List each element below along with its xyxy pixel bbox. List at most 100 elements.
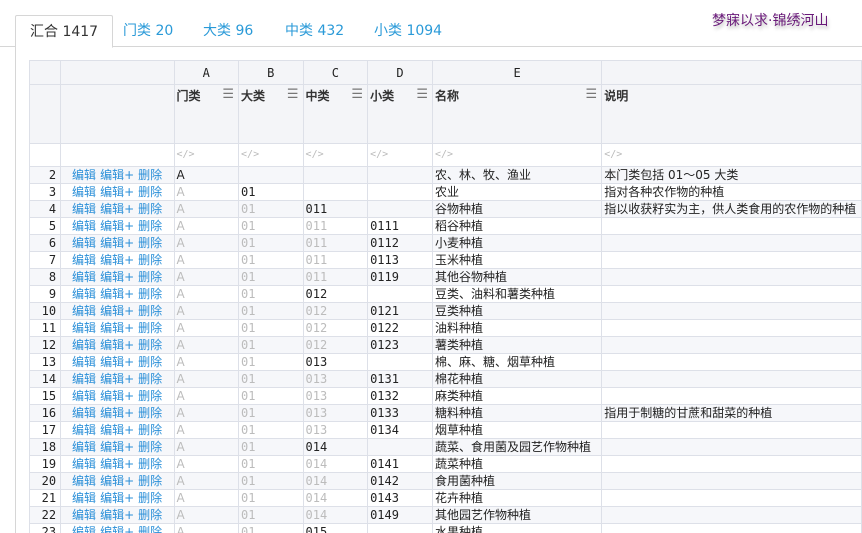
cell-group[interactable]: 011 xyxy=(302,234,369,252)
cell-name[interactable]: 小麦种植 xyxy=(432,234,603,252)
edit-plus-link[interactable]: 编辑+ xyxy=(100,423,134,437)
cell-division[interactable]: 01 xyxy=(238,489,304,507)
table-row[interactable]: 13 编辑 编辑+ 删除 A 01 013 棉、麻、糖、烟草种植 xyxy=(28,353,862,371)
delete-link[interactable]: 删除 xyxy=(138,423,162,437)
cell-section[interactable]: A xyxy=(173,285,240,303)
cell-division[interactable]: 01 xyxy=(238,319,304,337)
edit-link[interactable]: 编辑 xyxy=(72,474,96,488)
cell-class[interactable] xyxy=(367,438,434,456)
edit-plus-link[interactable]: 编辑+ xyxy=(100,457,134,471)
cell-name[interactable]: 蔬菜种植 xyxy=(432,455,603,473)
cell-name[interactable]: 豆类、油料和薯类种植 xyxy=(432,285,603,303)
cell-description[interactable] xyxy=(601,353,862,371)
filter-code-icon[interactable]: </> xyxy=(302,143,369,167)
column-letter-c[interactable]: C xyxy=(302,60,369,85)
cell-section[interactable]: A xyxy=(173,183,240,201)
cell-description[interactable]: 本门类包括 01～05 大类 xyxy=(601,166,862,184)
table-row[interactable]: 12 编辑 编辑+ 删除 A 01 012 0123 薯类种植 xyxy=(28,336,862,354)
cell-name[interactable]: 花卉种植 xyxy=(432,489,603,507)
cell-group[interactable]: 011 xyxy=(302,251,369,269)
cell-section[interactable]: A xyxy=(173,455,240,473)
cell-group[interactable]: 014 xyxy=(302,472,369,490)
header-division[interactable]: 大类 ☰ xyxy=(238,84,304,144)
cell-description[interactable] xyxy=(601,370,862,388)
edit-plus-link[interactable]: 编辑+ xyxy=(100,219,134,233)
edit-plus-link[interactable]: 编辑+ xyxy=(100,355,134,369)
filter-code-icon[interactable]: </> xyxy=(601,143,862,167)
cell-division[interactable]: 01 xyxy=(238,251,304,269)
edit-link[interactable]: 编辑 xyxy=(72,423,96,437)
header-group[interactable]: 中类 ☰ xyxy=(302,84,369,144)
cell-group[interactable]: 013 xyxy=(302,404,369,422)
edit-plus-link[interactable]: 编辑+ xyxy=(100,185,134,199)
edit-link[interactable]: 编辑 xyxy=(72,219,96,233)
cell-group[interactable]: 012 xyxy=(302,319,369,337)
tab-division[interactable]: 大类 96 xyxy=(203,15,253,47)
table-row[interactable]: 3 编辑 编辑+ 删除 A 01 农业 指对各种农作物的种植 xyxy=(28,183,862,201)
cell-description[interactable] xyxy=(601,438,862,456)
cell-description[interactable] xyxy=(601,234,862,252)
cell-division[interactable]: 01 xyxy=(238,234,304,252)
cell-description[interactable]: 指对各种农作物的种植 xyxy=(601,183,862,201)
cell-name[interactable]: 玉米种植 xyxy=(432,251,603,269)
cell-group[interactable] xyxy=(302,166,369,184)
filter-code-icon[interactable]: </> xyxy=(173,143,240,167)
cell-division[interactable]: 01 xyxy=(238,353,304,371)
filter-code-icon[interactable]: </> xyxy=(367,143,434,167)
cell-class[interactable] xyxy=(367,166,434,184)
edit-plus-link[interactable]: 编辑+ xyxy=(100,406,134,420)
tab-section[interactable]: 门类 20 xyxy=(123,15,173,47)
edit-plus-link[interactable]: 编辑+ xyxy=(100,338,134,352)
edit-link[interactable]: 编辑 xyxy=(72,236,96,250)
cell-section[interactable]: A xyxy=(173,336,240,354)
edit-plus-link[interactable]: 编辑+ xyxy=(100,491,134,505)
cell-group[interactable]: 012 xyxy=(302,336,369,354)
edit-plus-link[interactable]: 编辑+ xyxy=(100,270,134,284)
cell-division[interactable]: 01 xyxy=(238,217,304,235)
table-row[interactable]: 15 编辑 编辑+ 删除 A 01 013 0132 麻类种植 xyxy=(28,387,862,405)
cell-class[interactable]: 0122 xyxy=(367,319,434,337)
header-class[interactable]: 小类 ☰ xyxy=(367,84,434,144)
column-letter-e[interactable]: E xyxy=(432,60,603,85)
tab-summary[interactable]: 汇合 1417 xyxy=(15,15,114,48)
cell-name[interactable]: 食用菌种植 xyxy=(432,472,603,490)
cell-description[interactable] xyxy=(601,319,862,337)
edit-link[interactable]: 编辑 xyxy=(72,253,96,267)
cell-section[interactable]: A xyxy=(173,166,240,184)
cell-name[interactable]: 棉花种植 xyxy=(432,370,603,388)
delete-link[interactable]: 删除 xyxy=(138,202,162,216)
table-row[interactable]: 8 编辑 编辑+ 删除 A 01 011 0119 其他谷物种植 xyxy=(28,268,862,286)
cell-name[interactable]: 棉、麻、糖、烟草种植 xyxy=(432,353,603,371)
table-row[interactable]: 11 编辑 编辑+ 删除 A 01 012 0122 油料种植 xyxy=(28,319,862,337)
cell-name[interactable]: 农业 xyxy=(432,183,603,201)
delete-link[interactable]: 删除 xyxy=(138,270,162,284)
table-row[interactable]: 20 编辑 编辑+ 删除 A 01 014 0142 食用菌种植 xyxy=(28,472,862,490)
table-row[interactable]: 7 编辑 编辑+ 删除 A 01 011 0113 玉米种植 xyxy=(28,251,862,269)
cell-section[interactable]: A xyxy=(173,404,240,422)
delete-link[interactable]: 删除 xyxy=(138,219,162,233)
cell-description[interactable] xyxy=(601,472,862,490)
cell-division[interactable]: 01 xyxy=(238,302,304,320)
cell-name[interactable]: 油料种植 xyxy=(432,319,603,337)
cell-class[interactable]: 0143 xyxy=(367,489,434,507)
delete-link[interactable]: 删除 xyxy=(138,304,162,318)
cell-class[interactable] xyxy=(367,353,434,371)
edit-link[interactable]: 编辑 xyxy=(72,372,96,386)
cell-description[interactable]: 指以收获籽实为主，供人类食用的农作物的种植 xyxy=(601,200,862,218)
cell-group[interactable]: 011 xyxy=(302,268,369,286)
delete-link[interactable]: 删除 xyxy=(138,474,162,488)
cell-section[interactable]: A xyxy=(173,506,240,524)
cell-section[interactable]: A xyxy=(173,353,240,371)
cell-description[interactable] xyxy=(601,506,862,524)
edit-plus-link[interactable]: 编辑+ xyxy=(100,321,134,335)
table-row[interactable]: 23 编辑 编辑+ 删除 A 01 015 水果种植 xyxy=(28,523,862,533)
table-row[interactable]: 5 编辑 编辑+ 删除 A 01 011 0111 稻谷种植 xyxy=(28,217,862,235)
filter-code-icon[interactable]: </> xyxy=(432,143,603,167)
cell-description[interactable] xyxy=(601,523,862,533)
cell-class[interactable] xyxy=(367,523,434,533)
cell-class[interactable]: 0132 xyxy=(367,387,434,405)
edit-plus-link[interactable]: 编辑+ xyxy=(100,474,134,488)
edit-link[interactable]: 编辑 xyxy=(72,508,96,522)
cell-group[interactable]: 014 xyxy=(302,506,369,524)
cell-group[interactable]: 014 xyxy=(302,438,369,456)
